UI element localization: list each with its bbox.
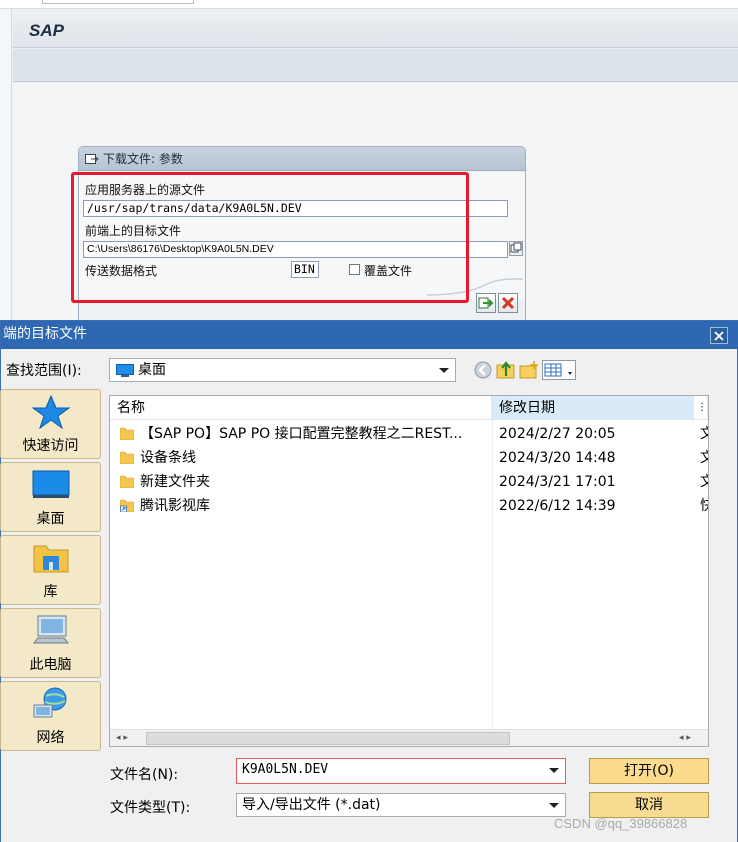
sap-application-toolbar [13,49,738,82]
file-modified: 2024/2/27 20:05 [499,426,616,442]
list-item[interactable]: 腾讯影视库 2022/6/12 14:39 快 [110,494,708,518]
folder-icon [120,475,134,488]
place-library[interactable]: 库 [0,535,101,605]
file-modified: 2022/6/12 14:39 [499,498,616,514]
source-file-field[interactable]: /usr/sap/trans/data/K9A0L5N.DEV [83,200,508,217]
filetype-select[interactable]: 导入/导出文件 (*.dat) [236,793,566,817]
download-params-popup: 下载文件: 参数 应用服务器上的源文件 /usr/sap/trans/data/… [78,146,526,322]
back-icon[interactable] [473,360,493,380]
file-name: 设备条线 [140,450,196,466]
filename-input[interactable]: K9A0L5N.DEV [236,758,566,784]
watermark: CSDN @qq_39866828 [554,816,688,831]
place-label: 库 [43,584,58,600]
place-network[interactable]: 网络 [0,681,101,751]
file-list-header: 名称 修改日期 ⋮ [110,396,708,420]
library-icon [33,545,68,573]
target-file-label: 前端上的目标文件 [85,224,182,238]
popup-window-icon [85,153,99,164]
look-in-label: 查找范围(I): [6,363,82,379]
network-icon [33,687,66,718]
column-header-modified[interactable]: 修改日期 [492,396,694,420]
list-item[interactable]: 设备条线 2024/3/20 14:48 文 [110,446,708,470]
top-strip [0,0,738,9]
overwrite-label: 覆盖文件 [364,264,413,278]
scroll-thumb[interactable] [146,732,510,745]
place-quick-access[interactable]: 快速访问 [0,389,101,459]
dialog-title: 端的目标文件 [3,326,87,342]
file-name: 新建文件夹 [140,474,210,490]
popup-body: 应用服务器上的源文件 /usr/sap/trans/data/K9A0L5N.D… [79,172,525,299]
dialog-close-button[interactable] [710,327,728,344]
place-desktop[interactable]: 桌面 [0,462,101,532]
continue-button[interactable] [476,293,496,313]
cancel-button[interactable]: 取消 [589,792,709,818]
look-in-value: 桌面 [138,362,166,378]
open-button[interactable]: 打开(O) [589,758,709,784]
file-type-cut: 文 [700,470,708,494]
filetype-label: 文件类型(T): [110,800,191,816]
popup-title: 下载文件: 参数 [103,152,183,166]
format-field[interactable]: BIN [291,261,319,278]
scroll-right-icon[interactable]: ◂ ▸ [679,733,691,743]
folder-icon [120,427,134,440]
list-item[interactable]: 【SAP PO】SAP PO 接口配置完整教程之二REST... 2024/2/… [110,422,708,446]
target-file-field[interactable]: C:\Users\86176\Desktop\K9A0L5N.DEV [83,241,508,258]
column-header-more[interactable]: ⋮ [694,396,708,420]
file-name: 腾讯影视库 [140,498,210,514]
popup-footer [79,299,525,322]
file-modified: 2024/3/20 14:48 [499,450,616,466]
popup-header: 下载文件: 参数 [79,147,525,171]
filetype-value: 导入/导出文件 (*.dat) [242,797,381,813]
shortcut-folder-icon [120,499,134,512]
list-item[interactable]: 新建文件夹 2024/3/21 17:01 文 [110,470,708,494]
computer-icon [32,615,69,644]
chevron-down-icon[interactable] [549,768,559,773]
command-field[interactable] [42,0,194,4]
source-file-label: 应用服务器上的源文件 [85,183,206,197]
file-type-cut: 文 [700,446,708,470]
desktop-icon [32,470,69,498]
value-help-button[interactable] [509,241,523,256]
folder-icon [120,451,134,464]
place-label: 网络 [36,730,65,746]
place-label: 快速访问 [22,438,79,454]
view-menu-icon[interactable] [542,360,576,380]
filename-value: K9A0L5N.DEV [242,762,329,777]
format-label: 传送数据格式 [85,264,158,278]
chevron-down-icon [439,368,449,373]
dialog-title-bar: 端的目标文件 [1,321,738,349]
file-type-cut: 快 [700,494,708,518]
place-this-pc[interactable]: 此电脑 [0,608,101,678]
sap-title: SAP [29,21,64,40]
file-list[interactable]: 名称 修改日期 ⋮ 【SAP PO】SAP PO 接口配置完整教程之二REST.… [109,395,709,747]
column-header-name[interactable]: 名称 [110,396,492,420]
filename-label: 文件名(N): [110,767,179,783]
look-in-combo[interactable]: 桌面 [109,358,456,382]
file-type-cut: 文 [700,422,708,446]
horizontal-scrollbar[interactable]: ◂ ▸ ◂ ▸ [110,729,708,746]
continue-icon [478,297,494,309]
value-help-icon [510,242,522,253]
close-icon [714,330,724,341]
up-folder-icon[interactable] [496,360,516,380]
file-name: 【SAP PO】SAP PO 接口配置完整教程之二REST... [140,426,463,442]
cancel-x-button[interactable] [498,293,518,313]
overwrite-checkbox[interactable] [349,264,360,275]
star-icon [30,394,71,430]
sap-title-bar: SAP [13,17,738,48]
new-folder-icon[interactable] [519,360,539,380]
scroll-left-icon[interactable]: ◂ ▸ [116,733,128,743]
cancel-x-icon [501,296,515,310]
sap-left-edge [0,9,12,329]
file-modified: 2024/3/21 17:01 [499,474,616,490]
chevron-down-icon [549,803,559,808]
desktop-small-icon [116,364,134,377]
place-label: 桌面 [36,511,65,527]
place-label: 此电脑 [29,657,72,673]
